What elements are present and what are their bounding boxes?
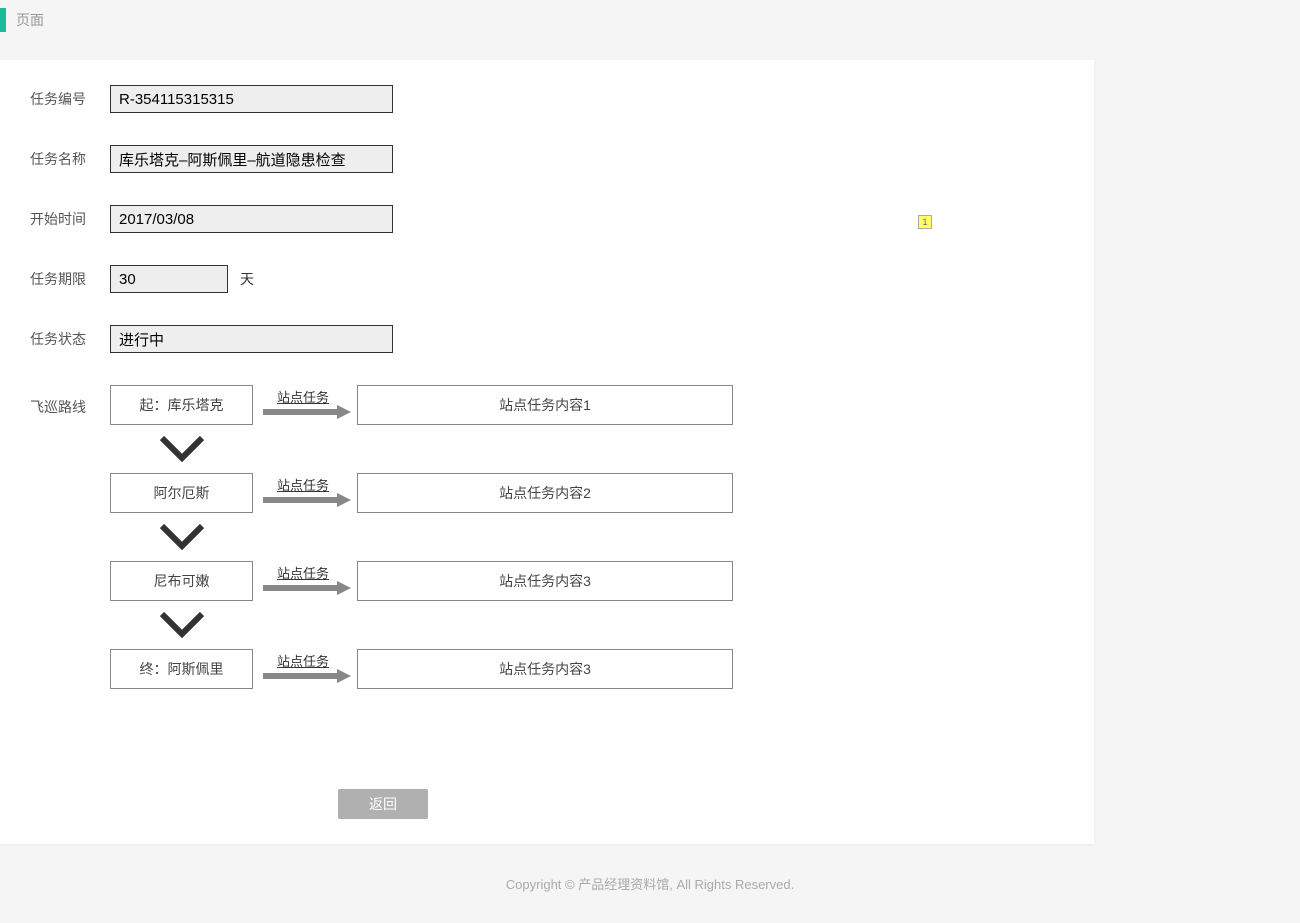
- route-body: 起：库乐塔克 站点任务 站点任务内容1 阿尔厄斯 站点任务: [110, 385, 733, 689]
- route-label: 飞巡路线: [30, 385, 110, 417]
- station-box-1: 阿尔厄斯: [110, 473, 253, 513]
- station-task-link-0[interactable]: 站点任务: [277, 387, 329, 406]
- route-row-1: 阿尔厄斯 站点任务 站点任务内容2: [110, 473, 733, 513]
- task-name-row: 任务名称: [30, 145, 1064, 173]
- duration-row: 任务期限 天: [30, 265, 1064, 293]
- page-header: 页面: [0, 0, 1300, 40]
- arrow-down-0: [110, 425, 253, 473]
- arrow-down-1: [110, 513, 253, 561]
- arrow-right-icon: [263, 669, 351, 683]
- content-box-3: 站点任务内容3: [357, 649, 733, 689]
- start-time-label: 开始时间: [30, 209, 110, 229]
- arrow-right-0: 站点任务: [263, 391, 351, 419]
- back-button[interactable]: 返回: [338, 789, 428, 819]
- task-name-label: 任务名称: [30, 149, 110, 169]
- station-box-3: 终：阿斯佩里: [110, 649, 253, 689]
- start-time-input[interactable]: [110, 205, 393, 233]
- status-input[interactable]: [110, 325, 393, 353]
- content-panel: 任务编号 任务名称 开始时间 任务期限 天 任务状态 飞巡路线 起：库乐塔克 站…: [0, 60, 1094, 844]
- route-section: 飞巡路线 起：库乐塔克 站点任务 站点任务内容1 阿尔厄: [30, 385, 1064, 689]
- arrow-right-3: 站点任务: [263, 655, 351, 683]
- arrow-right-1: 站点任务: [263, 479, 351, 507]
- duration-input[interactable]: [110, 265, 228, 293]
- content-box-1: 站点任务内容2: [357, 473, 733, 513]
- arrow-right-icon: [263, 493, 351, 507]
- arrow-down-2: [110, 601, 253, 649]
- station-box-0: 起：库乐塔克: [110, 385, 253, 425]
- annotation-badge[interactable]: 1: [918, 215, 932, 229]
- content-box-0: 站点任务内容1: [357, 385, 733, 425]
- chevron-down-icon: [160, 436, 204, 462]
- station-task-link-1[interactable]: 站点任务: [277, 475, 329, 494]
- route-row-0: 起：库乐塔克 站点任务 站点任务内容1: [110, 385, 733, 425]
- arrow-right-icon: [263, 581, 351, 595]
- chevron-down-icon: [160, 612, 204, 638]
- chevron-down-icon: [160, 524, 204, 550]
- task-id-input[interactable]: [110, 85, 393, 113]
- task-id-row: 任务编号: [30, 85, 1064, 113]
- arrow-right-2: 站点任务: [263, 567, 351, 595]
- task-id-label: 任务编号: [30, 89, 110, 109]
- station-task-link-3[interactable]: 站点任务: [277, 651, 329, 670]
- route-row-3: 终：阿斯佩里 站点任务 站点任务内容3: [110, 649, 733, 689]
- duration-unit: 天: [240, 269, 254, 289]
- status-label: 任务状态: [30, 329, 110, 349]
- header-accent: [0, 8, 6, 32]
- content-box-2: 站点任务内容3: [357, 561, 733, 601]
- arrow-right-icon: [263, 405, 351, 419]
- duration-label: 任务期限: [30, 269, 110, 289]
- task-name-input[interactable]: [110, 145, 393, 173]
- station-box-2: 尼布可嫩: [110, 561, 253, 601]
- station-task-link-2[interactable]: 站点任务: [277, 563, 329, 582]
- route-row-2: 尼布可嫩 站点任务 站点任务内容3: [110, 561, 733, 601]
- footer-copyright: Copyright © 产品经理资料馆, All Rights Reserved…: [0, 844, 1300, 923]
- start-time-row: 开始时间: [30, 205, 1064, 233]
- page-title: 页面: [16, 10, 44, 30]
- status-row: 任务状态: [30, 325, 1064, 353]
